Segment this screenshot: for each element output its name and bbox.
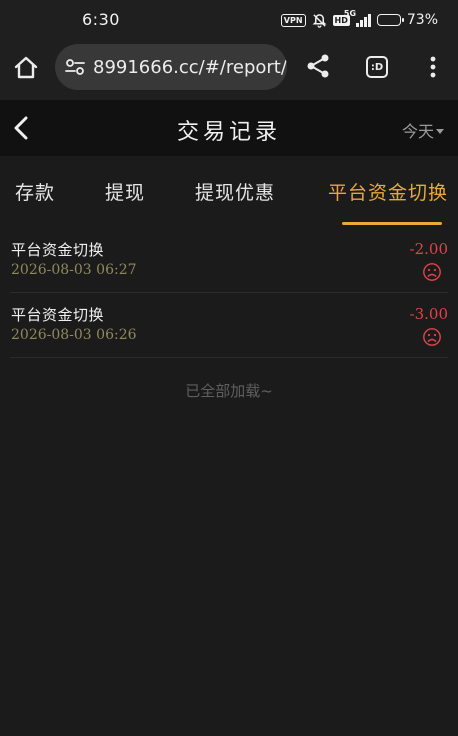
record-list: 平台资金切换 2026-08-03 06:27 -2.00 平台资金切换 202… [0,228,458,358]
tab-withdraw-bonus[interactable]: 提现优惠 [195,178,275,205]
bell-off-icon [312,13,326,28]
home-icon[interactable] [12,54,40,82]
record-amount: -2.00 [409,240,448,258]
caret-down-icon [436,129,444,134]
list-item[interactable]: 平台资金切换 2026-08-03 06:27 -2.00 [10,228,448,293]
status-time: 6:30 [82,10,120,29]
record-time: 2026-08-03 06:26 [11,327,137,343]
date-filter-dropdown[interactable]: 今天 [402,118,444,142]
url-text[interactable]: 8991666.cc/#/report/a [93,57,287,78]
network-type: 5G [343,9,357,18]
record-title: 平台资金切换 [11,241,105,259]
record-amount: -3.00 [409,305,448,323]
list-item[interactable]: 平台资金切换 2026-08-03 06:26 -3.00 [10,293,448,358]
record-type-tabs: 存款 提现 提现优惠 平台资金切换 [0,156,458,228]
load-status-text: 已全部加载~ [185,382,273,400]
page-header: 交易记录 今天 [0,100,458,156]
share-icon[interactable] [305,53,331,79]
browser-toolbar: 8991666.cc/#/report/a :D [0,40,458,100]
tab-platform-transfer[interactable]: 平台资金切换 [328,178,448,205]
status-bar: 6:30 VPN HD 5G 73% [0,0,458,40]
battery-percent: 73% [406,12,438,28]
battery-icon [376,14,404,26]
record-title: 平台资金切换 [11,306,105,324]
record-time: 2026-08-03 06:27 [11,262,137,278]
tune-icon[interactable] [64,56,86,78]
page-title: 交易记录 [176,120,281,145]
date-filter-label: 今天 [401,122,434,141]
tab-withdraw[interactable]: 提现 [105,178,145,205]
signal-icon: 5G [344,9,371,27]
status-icons: VPN HD 5G 73% [280,9,438,29]
vpn-icon: VPN [280,13,306,27]
more-vertical-icon[interactable] [422,54,444,80]
address-bar[interactable]: 8991666.cc/#/report/a [55,44,287,90]
tab-switcher-button[interactable]: :D [366,56,388,78]
tab-deposit[interactable]: 存款 [15,178,55,205]
sad-face-icon [423,263,441,281]
active-tab-indicator [342,222,442,225]
sad-face-icon [423,328,441,346]
